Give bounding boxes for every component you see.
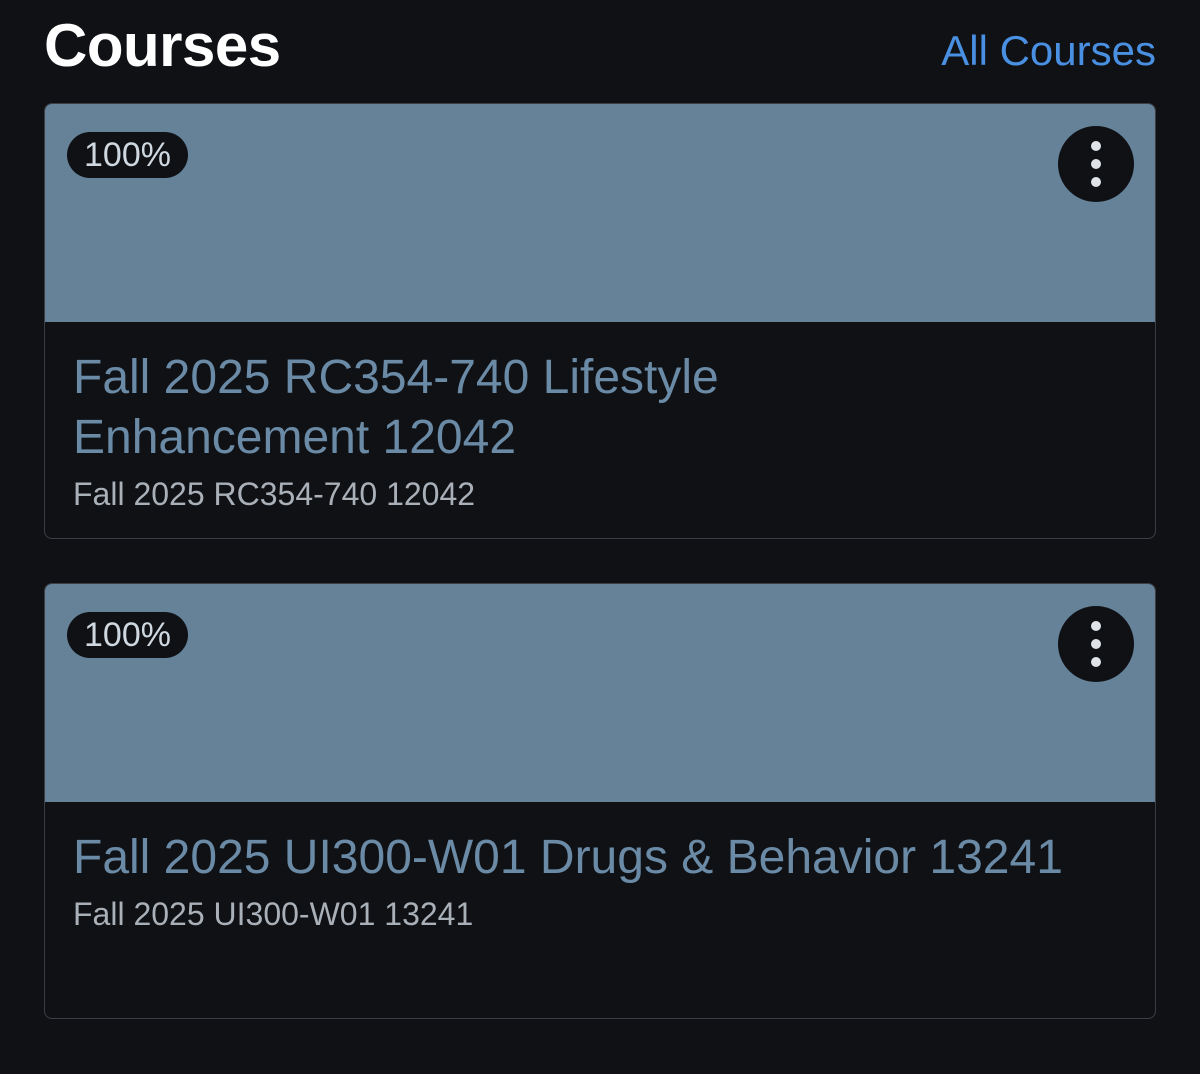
- courses-page: Courses All Courses 100% Fall 2025 RC354…: [0, 0, 1200, 1074]
- course-card-body[interactable]: Fall 2025 RC354-740 Lifestyle Enhancemen…: [73, 322, 1127, 538]
- kebab-dot: [1091, 639, 1101, 649]
- kebab-menu-icon[interactable]: [1058, 606, 1134, 682]
- course-card-banner[interactable]: 100%: [45, 584, 1155, 802]
- course-subtitle: Fall 2025 RC354-740 12042: [73, 476, 476, 512]
- kebab-menu-icon[interactable]: [1058, 126, 1134, 202]
- kebab-dot: [1091, 159, 1101, 169]
- courses-header: Courses All Courses: [44, 0, 1156, 96]
- progress-badge: 100%: [67, 132, 188, 178]
- course-title[interactable]: Fall 2025 RC354-740 Lifestyle Enhancemen…: [73, 348, 773, 468]
- page-title: Courses: [44, 12, 281, 79]
- kebab-dot: [1091, 657, 1101, 667]
- kebab-dot: [1091, 621, 1101, 631]
- progress-badge: 100%: [67, 612, 188, 658]
- course-subtitle: Fall 2025 UI300-W01 13241: [73, 896, 474, 932]
- course-card-body[interactable]: Fall 2025 UI300-W01 Drugs & Behavior 132…: [73, 802, 1127, 1018]
- kebab-dot: [1091, 177, 1101, 187]
- kebab-dot: [1091, 141, 1101, 151]
- course-card[interactable]: 100% Fall 2025 UI300-W01 Drugs & Behavio…: [44, 583, 1156, 1019]
- course-card[interactable]: 100% Fall 2025 RC354-740 Lifestyle Enhan…: [44, 103, 1156, 539]
- all-courses-link[interactable]: All Courses: [941, 16, 1156, 86]
- course-title[interactable]: Fall 2025 UI300-W01 Drugs & Behavior 132…: [73, 828, 1127, 888]
- course-card-banner[interactable]: 100%: [45, 104, 1155, 322]
